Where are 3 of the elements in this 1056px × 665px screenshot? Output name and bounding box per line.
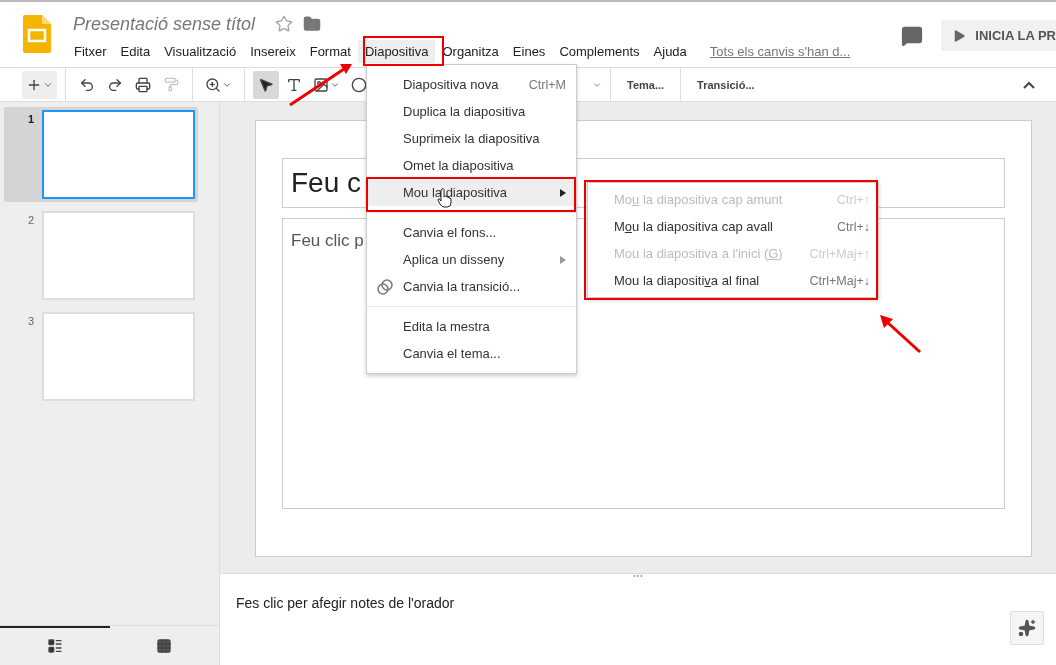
slide-number: 2 [26, 213, 35, 228]
slide-number: 1 [26, 112, 35, 127]
slide-number: 3 [26, 314, 35, 329]
